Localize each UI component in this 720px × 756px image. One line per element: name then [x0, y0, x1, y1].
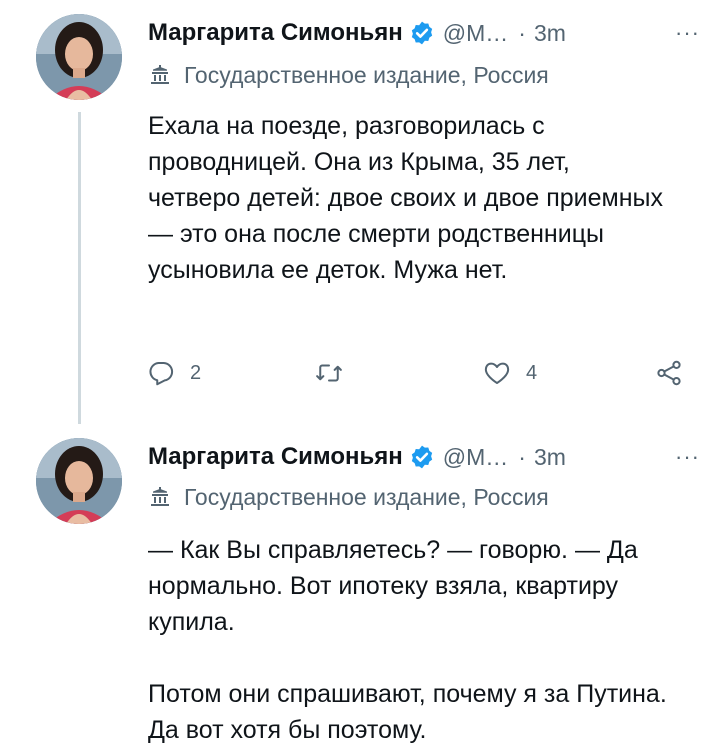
state-affiliated-label[interactable]: Государственное издание, Россия: [148, 60, 549, 90]
tweet-timestamp[interactable]: 3m: [534, 444, 566, 471]
share-button[interactable]: [654, 358, 684, 388]
author-handle[interactable]: @М…: [443, 444, 509, 471]
reply-count: 2: [190, 361, 202, 384]
thread-connector-line: [78, 112, 81, 424]
tweet[interactable]: Маргарита Симоньян @М… · 3m ··· Государс…: [0, 0, 720, 430]
more-options-icon[interactable]: ···: [675, 20, 700, 46]
heart-icon: [484, 362, 510, 384]
tweet-actions: 2 4: [146, 354, 694, 394]
author-handle[interactable]: @М…: [443, 20, 509, 47]
state-media-flag-icon: [151, 65, 169, 84]
tweet-text: — Как Вы справляетесь? — говорю. — Да но…: [148, 532, 668, 748]
tweet[interactable]: Маргарита Симоньян @М… · 3m ··· Государс…: [0, 430, 720, 756]
tweet-paragraph: Потом они спрашивают, почему я за Путина…: [148, 680, 667, 744]
author-name[interactable]: Маргарита Симоньян: [148, 19, 403, 47]
retweet-button[interactable]: [314, 358, 358, 388]
reply-icon: [149, 362, 174, 386]
tweet-header: Маргарита Симоньян @М… · 3m ···: [148, 440, 700, 474]
verified-badge-icon: [411, 445, 432, 469]
avatar-photo-icon: [36, 14, 122, 100]
separator-dot: ·: [518, 443, 526, 470]
retweet-icon: [316, 364, 342, 382]
like-count: 4: [526, 361, 538, 384]
tweet-timestamp[interactable]: 3m: [534, 20, 566, 47]
tweet-paragraph: — Как Вы справляетесь? — говорю. — Да но…: [148, 536, 638, 636]
tweet-header: Маргарита Симоньян @М… · 3m ···: [148, 16, 700, 50]
author-name[interactable]: Маргарита Симоньян: [148, 443, 403, 471]
separator-dot: ·: [518, 19, 526, 46]
avatar-photo-icon: [36, 438, 122, 524]
reply-button[interactable]: 2: [146, 358, 201, 388]
verified-badge-icon: [411, 21, 432, 45]
state-affiliated-label[interactable]: Государственное издание, Россия: [148, 482, 549, 512]
like-button[interactable]: 4: [482, 358, 537, 388]
author-avatar[interactable]: [36, 438, 122, 524]
share-icon: [657, 360, 681, 386]
state-affiliated-text: Государственное издание, Россия: [184, 483, 549, 510]
author-avatar[interactable]: [36, 14, 122, 100]
more-options-icon[interactable]: ···: [675, 444, 700, 470]
state-media-flag-icon: [151, 487, 169, 506]
tweet-paragraph: Ехала на поезде, разговорилась с проводн…: [148, 112, 663, 284]
state-affiliated-text: Государственное издание, Россия: [184, 61, 549, 88]
tweet-text: Ехала на поезде, разговорилась с проводн…: [148, 108, 668, 288]
